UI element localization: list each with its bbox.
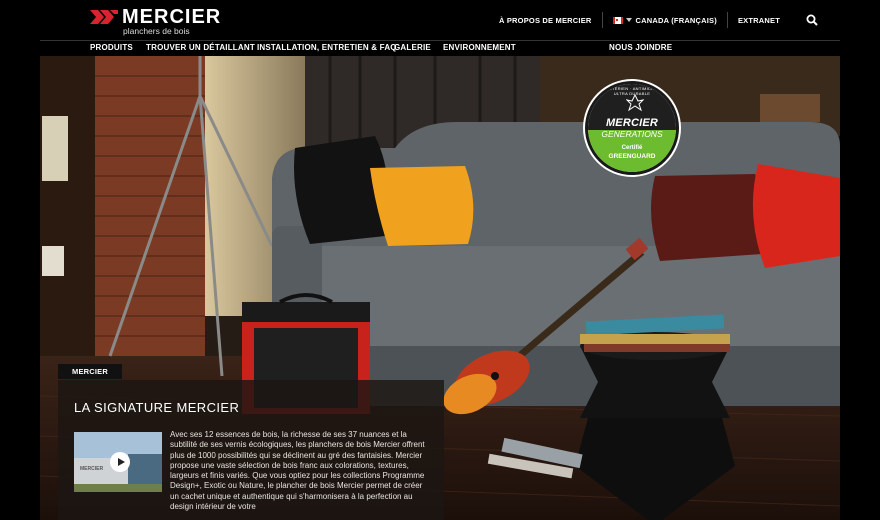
nav-item-galerie[interactable]: GALERIE: [394, 43, 431, 52]
nav-item-trouver-detaillant[interactable]: TROUVER UN DÉTAILLANT: [146, 43, 255, 52]
badge-greenguard: GREENGUARD: [608, 153, 656, 160]
leaf-icon: [626, 94, 644, 112]
badge-generations: GENERATIONS: [601, 129, 663, 139]
utility-nav: À PROPOS DE MERCIER CANADA (FRANÇAIS) EX…: [489, 0, 840, 40]
about-link[interactable]: À PROPOS DE MERCIER: [489, 16, 602, 25]
mercier-logo[interactable]: MERCIER planchers de bois: [90, 6, 222, 36]
region-label: CANADA (FRANÇAIS): [635, 15, 717, 25]
top-header: MERCIER planchers de bois À PROPOS DE ME…: [40, 0, 840, 40]
search-icon: [806, 14, 818, 26]
video-logo-text: MERCIER: [80, 466, 104, 472]
chevron-down-icon: [625, 17, 632, 22]
video-thumbnail[interactable]: MERCIER: [74, 432, 162, 492]
canada-flag-icon: [612, 16, 623, 24]
logo-wordmark: MERCIER: [122, 6, 222, 28]
nav-item-produits[interactable]: PRODUITS: [90, 43, 133, 52]
play-icon[interactable]: [110, 452, 130, 472]
main-nav: PRODUITS TROUVER UN DÉTAILLANT INSTALLAT…: [40, 40, 840, 56]
search-button[interactable]: [794, 0, 830, 40]
logo-mark-icon: [90, 10, 118, 24]
panel-title: LA SIGNATURE MERCIER: [74, 400, 240, 415]
panel-body-text: Avec ses 12 essences de bois, la richess…: [170, 430, 425, 512]
region-selector[interactable]: CANADA (FRANÇAIS): [603, 16, 727, 25]
nav-item-environnement[interactable]: ENVIRONNEMENT: [443, 43, 516, 52]
content-panel: LA SIGNATURE MERCIER MERCIER Avec ses 12…: [58, 380, 444, 520]
nav-item-nous-joindre[interactable]: NOUS JOINDRE: [609, 43, 672, 52]
section-tag: MERCIER: [58, 364, 122, 379]
nav-item-installation[interactable]: INSTALLATION, ENTRETIEN & FAQ: [257, 43, 397, 52]
extranet-link[interactable]: EXTRANET: [728, 16, 790, 25]
badge-certified: Certifié: [621, 145, 643, 151]
badge-brand: MERCIER: [605, 117, 659, 129]
greenguard-badge[interactable]: ANTIBACTÉRIEN · ANTIMICROBIEN · ULTRA DU…: [585, 81, 679, 175]
